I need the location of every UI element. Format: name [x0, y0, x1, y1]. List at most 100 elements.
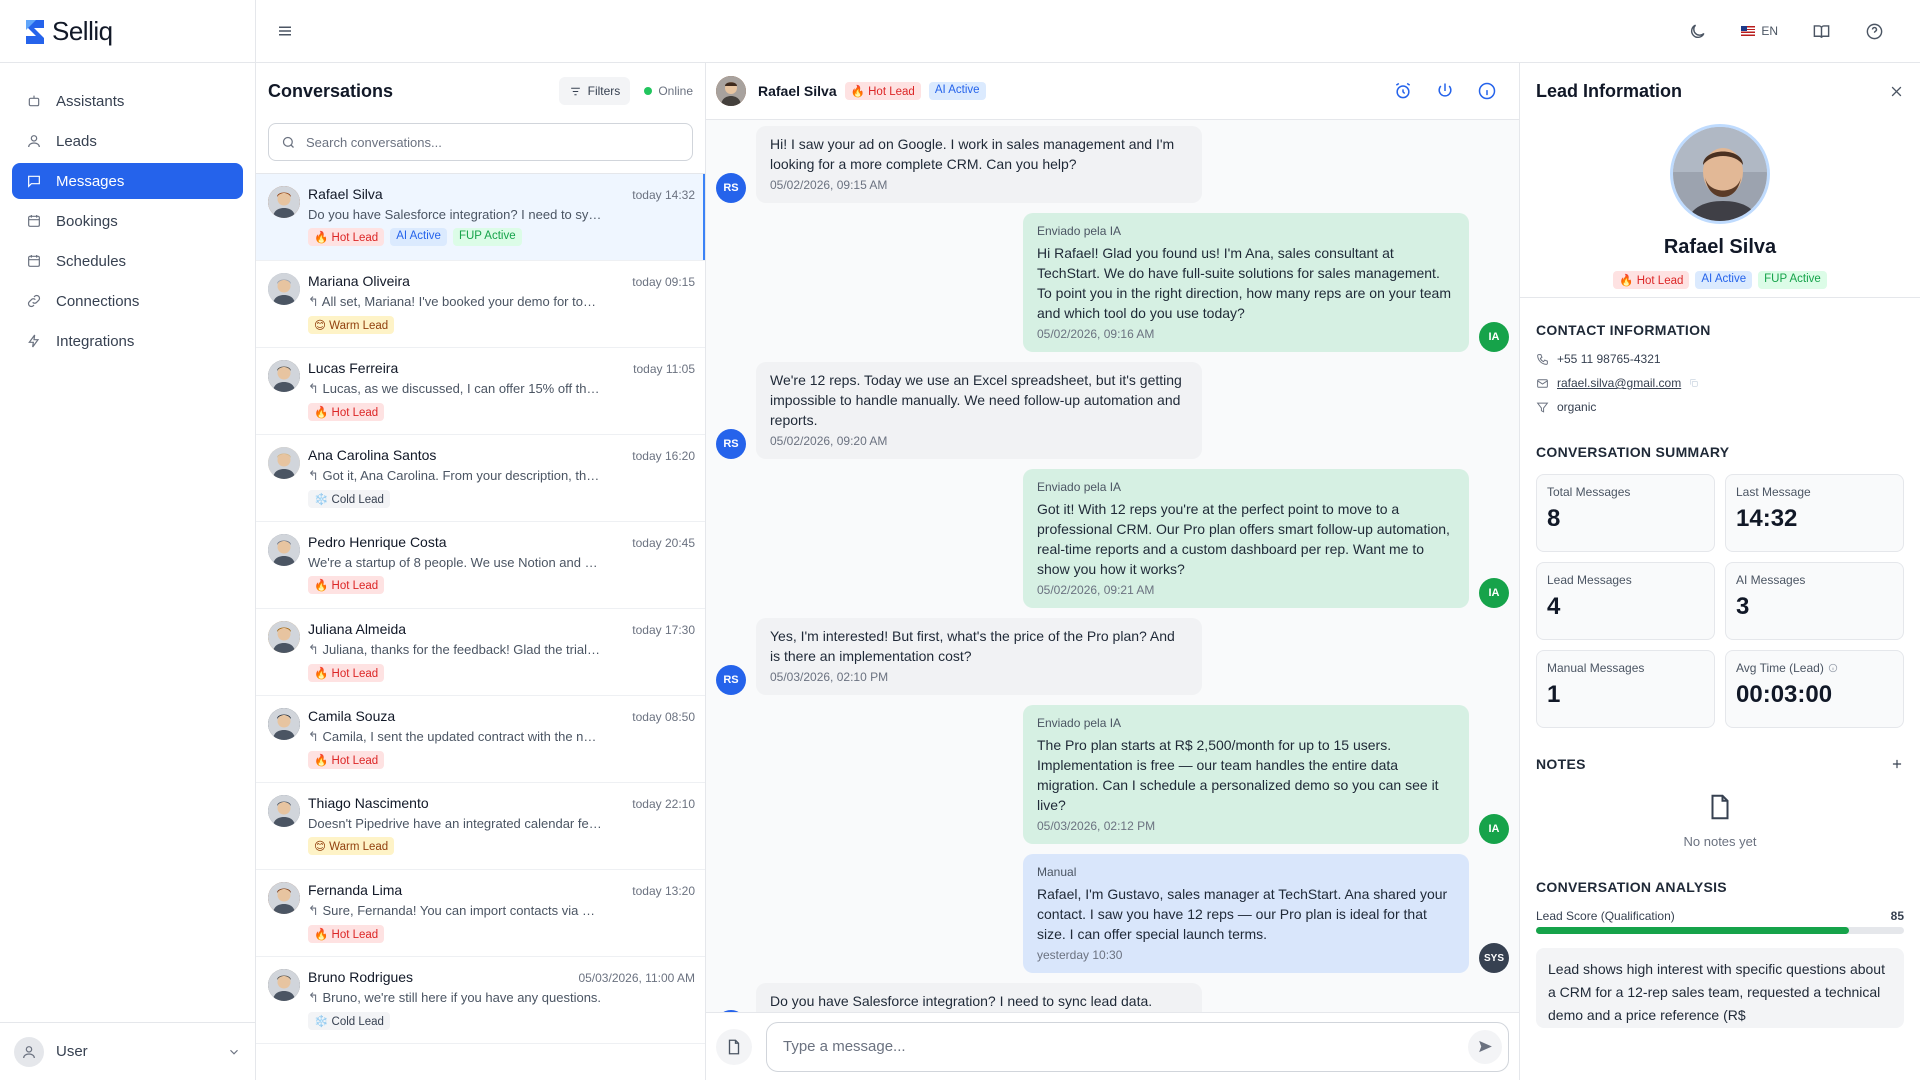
reply-icon: ↰	[308, 729, 323, 744]
contact-avatar	[716, 76, 746, 106]
conversation-item[interactable]: Camila Souza today 08:50 ↰ Camila, I sent …	[256, 696, 705, 783]
plus-icon[interactable]	[1890, 757, 1904, 771]
conversation-tags: 😊 Warm Lead	[308, 837, 695, 855]
lead-profile: Rafael Silva 🔥 Hot Lead AI Active FUP Acti…	[1520, 120, 1920, 297]
conversation-preview: We're a startup of 8 people. We use Noti…	[308, 555, 603, 570]
message-time: 05/02/2026, 09:20 AM	[770, 434, 888, 448]
conversation-name: Mariana Oliveira	[308, 273, 410, 289]
sidebar-item-bookings[interactable]: Bookings	[12, 203, 243, 239]
stat-label-text: Total Messages	[1547, 485, 1631, 499]
conversation-preview: ↰ Juliana, thanks for the feedback! Glad…	[308, 642, 603, 658]
sidebar-item-schedules[interactable]: Schedules	[12, 243, 243, 279]
person-photo-icon	[268, 186, 300, 218]
alarm-icon[interactable]	[1393, 81, 1413, 101]
filters-button[interactable]: Filters	[558, 77, 631, 105]
message-row: RSDo you have Salesforce integration? I …	[716, 983, 1509, 1012]
score-label: Lead Score (Qualification)	[1536, 909, 1675, 923]
lead-panel: Lead Information Rafael Silva 🔥 Hot Lead…	[1520, 63, 1920, 1080]
conversation-item[interactable]: Juliana Almeida today 17:30 ↰ Juliana, tha…	[256, 609, 705, 696]
avatar	[268, 621, 300, 653]
search-input[interactable]	[306, 134, 680, 150]
conversation-item[interactable]: Bruno Rodrigues 05/03/2026, 11:00 AM ↰ Bru…	[256, 957, 705, 1044]
conversation-item[interactable]: Fernanda Lima today 13:20 ↰ Sure, Fernanda…	[256, 870, 705, 957]
calendar-icon	[28, 255, 40, 267]
conversation-header-row: Juliana Almeida today 17:30	[308, 621, 695, 637]
conversation-header-row: Pedro Henrique Costa today 20:45	[308, 534, 695, 550]
message-text: Rafael, I'm Gustavo, sales manager at Te…	[1037, 886, 1448, 942]
logo[interactable]: Selliq	[0, 0, 255, 63]
score-bar	[1536, 927, 1904, 934]
conversation-preview: ↰ Got it, Ana Carolina. From your descri…	[308, 468, 603, 484]
message-row: RS Hi! I saw your ad on Google. I work in…	[716, 126, 1509, 203]
message-row: Enviado pela IA Hi Rafael! Glad you found…	[716, 213, 1509, 352]
conversation-time: today 16:20	[632, 449, 695, 463]
status-badge: 🔥 Hot Lead	[308, 403, 385, 421]
conversation-time: today 13:20	[632, 884, 695, 898]
help-icon[interactable]	[1865, 22, 1884, 41]
status-badge: FUP Active	[452, 228, 522, 246]
message-bubble: Manual Rafael, I'm Gustavo, sales manager…	[1023, 854, 1469, 973]
chevron-down-icon[interactable]	[227, 1045, 241, 1059]
sidebar-item-label: Bookings	[56, 212, 118, 230]
message-bubble: Enviado pela IA The Pro plan starts at R$…	[1023, 705, 1469, 844]
send-button[interactable]	[1468, 1029, 1502, 1064]
message-text: Do you have Salesforce integration? I ne…	[770, 993, 1153, 1009]
conversation-time: 05/03/2026, 11:00 AM	[578, 971, 695, 985]
filters-label: Filters	[587, 84, 621, 98]
notes-empty-text: No notes yet	[1683, 834, 1757, 849]
stat-label: Avg Time (Lead)	[1736, 661, 1893, 675]
email-link[interactable]: rafael.silva@gmail.com	[1557, 376, 1681, 390]
search-icon	[282, 136, 294, 148]
contact-name: Rafael Silva	[758, 83, 837, 99]
conversation-item[interactable]: Pedro Henrique Costa today 20:45 We're a s…	[256, 522, 705, 609]
send-icon	[1478, 1040, 1492, 1053]
preview-text: Lucas, as we discussed, I can offer 15% …	[322, 381, 603, 396]
message-bubble: Do you have Salesforce integration? I ne…	[756, 983, 1202, 1012]
conversation-body: Camila Souza today 08:50 ↰ Camila, I sent …	[308, 708, 695, 782]
copy-icon[interactable]	[1689, 378, 1699, 388]
message-row: RS We're 12 reps. Today we use an Excel s…	[716, 362, 1509, 459]
message-bubble: Yes, I'm interested! But first, what's t…	[756, 618, 1202, 695]
user-icon	[23, 1045, 35, 1058]
book-icon[interactable]	[1812, 22, 1831, 41]
conversation-item[interactable]: Ana Carolina Santos today 16:20 ↰ Got it, …	[256, 435, 705, 522]
message-text: Hi! I saw your ad on Google. I work in s…	[770, 136, 1175, 172]
message-source-label: Manual	[1037, 865, 1077, 879]
preview-text: Camila, I sent the updated contract with…	[322, 729, 603, 744]
conversation-name: Lucas Ferreira	[308, 360, 399, 376]
power-icon[interactable]	[1435, 81, 1455, 101]
language-selector[interactable]: EN	[1741, 24, 1778, 38]
chat-header: Rafael Silva 🔥 Hot Lead AI Active	[706, 63, 1519, 120]
conversation-item[interactable]: Mariana Oliveira today 09:15 ↰ All set, Ma…	[256, 261, 705, 348]
sidebar-item-assistants[interactable]: Assistants	[12, 83, 243, 119]
conversation-tags: 🔥 Hot Lead AI Active FUP Active	[308, 228, 695, 246]
search-box[interactable]	[268, 123, 693, 161]
user-menu[interactable]: User	[0, 1022, 255, 1080]
conversation-item[interactable]: Thiago Nascimento today 22:10 Doesn't Pipe…	[256, 783, 705, 870]
sidebar-item-connections[interactable]: Connections	[12, 283, 243, 319]
content: Conversations Filters Online Search conv…	[256, 63, 1920, 1080]
stat-card: Last Message 14:32	[1725, 474, 1904, 552]
moon-icon[interactable]	[1688, 22, 1707, 41]
conversation-name: Juliana Almeida	[308, 621, 407, 637]
conversations-title: Conversations	[268, 80, 394, 101]
sidebar-item-leads[interactable]: Leads	[12, 123, 243, 159]
sidebar-item-integrations[interactable]: Integrations	[12, 323, 243, 359]
notes-section-title: NOTES	[1536, 756, 1586, 772]
conversation-body: Ana Carolina Santos today 16:20 ↰ Got it, …	[308, 447, 695, 521]
phone-icon	[1537, 353, 1548, 365]
info-icon[interactable]	[1828, 663, 1838, 673]
sidebar-item-messages[interactable]: Messages	[12, 163, 243, 199]
message-bubble: Enviado pela IA Got it! With 12 reps you'…	[1023, 469, 1469, 608]
info-icon[interactable]	[1477, 81, 1497, 101]
conversation-item[interactable]: Rafael Silva today 14:32 Do you have Sales…	[256, 174, 705, 261]
message-source-label: Enviado pela IA	[1037, 480, 1122, 494]
menu-icon[interactable]	[276, 22, 294, 40]
message-input[interactable]	[783, 1038, 1468, 1055]
conversation-time: today 20:45	[632, 536, 695, 550]
attach-button[interactable]	[716, 1028, 752, 1065]
conversation-item[interactable]: Lucas Ferreira today 11:05 ↰ Lucas, as we …	[256, 348, 705, 435]
score-row: Lead Score (Qualification) 85	[1536, 909, 1904, 923]
close-icon[interactable]	[1889, 84, 1904, 99]
conversation-tags: 🔥 Hot Lead	[308, 576, 695, 594]
